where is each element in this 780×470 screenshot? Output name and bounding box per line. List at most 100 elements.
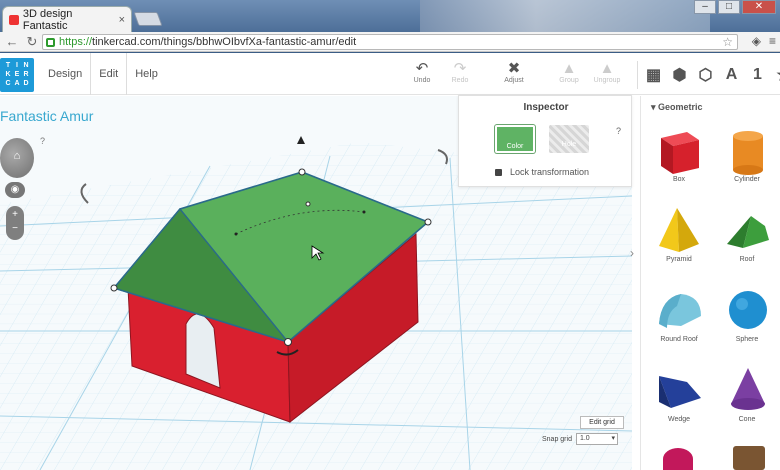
help-icon[interactable]: ?: [40, 136, 45, 146]
snap-grid-select[interactable]: 1.0: [575, 433, 618, 445]
inspector-panel: Inspector Color Hole ? Lock transformati…: [458, 95, 632, 187]
wedge-icon: [659, 376, 701, 408]
shape-partial-brown[interactable]: [733, 446, 765, 470]
shape-label: Sphere: [735, 336, 759, 343]
view-navigation-control[interactable]: ⌂: [0, 138, 34, 178]
adjust-button[interactable]: ✖ Adjust: [497, 61, 531, 85]
window-controls: – □ ✕: [694, 0, 776, 14]
round-roof-icon: [659, 294, 701, 328]
desktop-wallpaper: [420, 0, 710, 32]
menu-edit[interactable]: Edit: [91, 53, 128, 95]
menu-design[interactable]: Design: [40, 53, 92, 95]
redo-icon: ↷: [453, 60, 467, 77]
cylinder-icon: [733, 131, 763, 175]
ungroup-button[interactable]: ▲ Ungroup: [590, 61, 624, 85]
logo-letter: R: [23, 71, 29, 78]
design-title[interactable]: Fantastic Amur: [0, 108, 93, 124]
logo-letter: E: [14, 71, 20, 78]
settings-menu-icon[interactable]: ≡: [769, 34, 776, 48]
favorite-star-icon[interactable]: ★: [774, 65, 780, 85]
lock-transformation-toggle[interactable]: Lock transformation: [495, 167, 589, 177]
undo-icon: ↶: [415, 60, 429, 77]
shape-label: Pyramid: [666, 256, 692, 263]
shape-label: Wedge: [667, 416, 691, 423]
toolbar-divider: [637, 61, 638, 89]
shape-roof[interactable]: Roof: [715, 204, 779, 263]
shape-box[interactable]: Box: [647, 124, 711, 183]
lift-arrow-icon[interactable]: [297, 136, 305, 144]
group-icon: ▲: [561, 60, 577, 77]
logo-letter: N: [23, 62, 29, 69]
roof-icon: [727, 216, 769, 248]
box-icon: [661, 132, 699, 174]
zoom-control[interactable]: + −: [6, 206, 24, 240]
shape-partial-magenta[interactable]: [663, 448, 693, 470]
logo-letter: I: [16, 62, 18, 69]
snap-grid-control: Snap grid 1.0: [542, 433, 618, 445]
shape-cylinder[interactable]: Cylinder: [715, 124, 779, 183]
adjust-label: Adjust: [504, 77, 524, 84]
extensions: ◈ ≡: [752, 34, 776, 48]
back-icon[interactable]: ←: [4, 34, 20, 50]
shape-wedge[interactable]: Wedge: [647, 364, 711, 423]
geometric-label: Geometric: [658, 102, 703, 112]
reload-icon[interactable]: ↻: [24, 34, 40, 50]
url-scheme: https://: [59, 36, 93, 48]
tinkercad-favicon-icon: [9, 14, 19, 25]
geometric-category-header[interactable]: ▾ Geometric: [651, 102, 703, 113]
minimize-button[interactable]: –: [694, 0, 716, 14]
home-view-icon[interactable]: ⌂: [11, 150, 23, 162]
redo-label: Redo: [451, 77, 469, 84]
logo-letter: K: [5, 71, 11, 78]
redo-button[interactable]: ↷ Redo: [443, 60, 477, 85]
menu-help[interactable]: Help: [127, 53, 166, 95]
collapse-panel-chevron-icon[interactable]: ›: [630, 246, 640, 274]
extension-icon[interactable]: ◈: [752, 34, 761, 48]
browser-tab[interactable]: 3D design Fantastic ×: [2, 6, 132, 32]
pyramid-icon: [659, 208, 699, 252]
grid-icon[interactable]: ▦: [644, 65, 663, 85]
tab-close-icon[interactable]: ×: [119, 14, 125, 26]
wire-cube-icon[interactable]: ⬡: [696, 65, 715, 85]
shape-sphere[interactable]: Sphere: [715, 284, 779, 343]
address-bar[interactable]: https:// tinkercad.com/things/bbhwOIbvfX…: [42, 34, 738, 50]
color-swatch[interactable]: Color: [495, 125, 535, 153]
browser-toolbar: ← ↻ https:// tinkercad.com/things/bbhwOI…: [0, 32, 780, 52]
url-text: tinkercad.com/things/bbhwOIbvfXa-fantast…: [92, 36, 357, 48]
lock-icon: [495, 168, 502, 176]
shapes-panel: ▾ Geometric Box Cylinder Pyramid Roof Ro…: [640, 96, 780, 470]
bookmark-star-icon[interactable]: ☆: [722, 35, 733, 49]
inspector-title: Inspector: [523, 102, 569, 113]
cone-icon: [731, 368, 765, 410]
sphere-icon: [729, 291, 767, 329]
group-button[interactable]: ▲ Group: [552, 60, 586, 85]
edit-grid-button[interactable]: Edit grid: [580, 416, 624, 429]
logo-letter: D: [23, 80, 29, 87]
text-tool-icon[interactable]: A: [722, 66, 741, 84]
browser-tabstrip: 3D design Fantastic × – □ ✕: [0, 0, 780, 32]
shape-label: Roof: [739, 256, 755, 263]
undo-label: Undo: [413, 77, 431, 84]
shape-pyramid[interactable]: Pyramid: [647, 204, 711, 263]
shape-round-roof[interactable]: Round Roof: [647, 284, 711, 343]
maximize-button[interactable]: □: [718, 0, 740, 14]
new-tab-button[interactable]: [133, 12, 163, 26]
shape-label: Cone: [738, 416, 756, 423]
ungroup-label: Ungroup: [593, 77, 621, 84]
shape-label: Box: [672, 176, 686, 183]
close-window-button[interactable]: ✕: [742, 0, 776, 14]
inspector-help-icon[interactable]: ?: [616, 126, 621, 136]
shape-label: Round Roof: [660, 336, 698, 343]
group-label: Group: [559, 77, 579, 84]
number-tool-icon[interactable]: 1: [748, 66, 767, 84]
shape-cone[interactable]: Cone: [715, 364, 779, 423]
hole-swatch[interactable]: Hole: [549, 125, 589, 153]
shape-label: Cylinder: [734, 176, 760, 183]
perspective-toggle-icon[interactable]: ◉: [5, 182, 25, 198]
solid-cube-icon[interactable]: ⬢: [670, 65, 689, 85]
secure-lock-icon: [46, 37, 55, 47]
undo-button[interactable]: ↶ Undo: [405, 60, 439, 85]
logo-letter: C: [5, 80, 11, 87]
tinkercad-logo[interactable]: T I N K E R C A D: [0, 58, 34, 92]
lock-transformation-label: Lock transformation: [510, 167, 590, 177]
